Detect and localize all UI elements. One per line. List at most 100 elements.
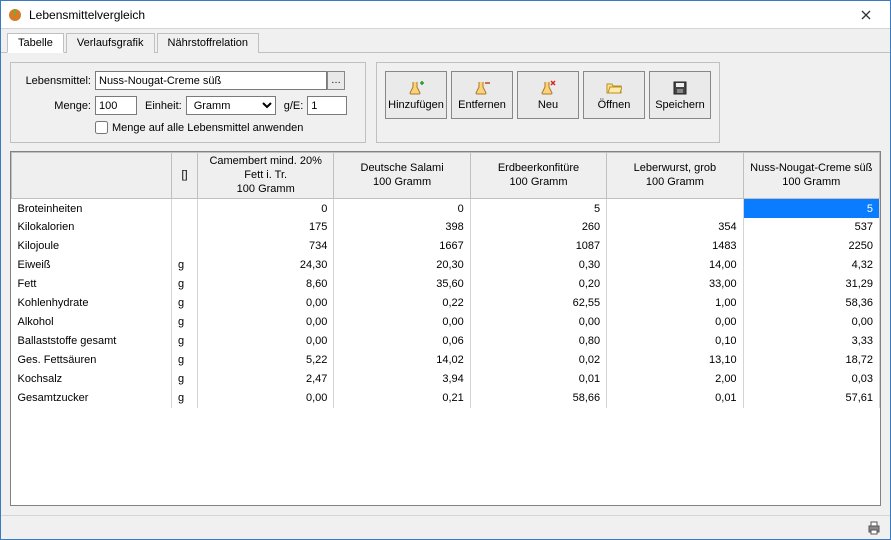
cell[interactable]: 14,00 [607,256,743,275]
cell[interactable]: 5,22 [198,351,334,370]
col-unit[interactable]: [] [172,153,198,199]
cell[interactable]: 0,10 [607,332,743,351]
tab-verlaufsgrafik[interactable]: Verlaufsgrafik [66,33,155,53]
cell[interactable]: 0,03 [743,370,879,389]
col-rowhdr[interactable] [12,153,172,199]
cell[interactable]: 0,00 [198,294,334,313]
cell[interactable]: 0,01 [470,370,606,389]
apply-all-checkbox[interactable] [95,121,108,134]
row-name: Gesamtzucker [12,389,172,408]
row-unit: g [172,332,198,351]
cell[interactable]: 0,21 [334,389,470,408]
row-name: Fett [12,275,172,294]
cell[interactable]: 62,55 [470,294,606,313]
nutrition-table-wrap[interactable]: [] Camembert mind. 20% Fett i. Tr.100 Gr… [10,151,881,506]
table-row[interactable]: Broteinheiten0055 [12,199,880,218]
col-4[interactable]: Nuss-Nougat-Creme süß100 Gramm [743,153,879,199]
col-3[interactable]: Leberwurst, grob100 Gramm [607,153,743,199]
col-0[interactable]: Camembert mind. 20% Fett i. Tr.100 Gramm [198,153,334,199]
cell[interactable]: 0,00 [607,313,743,332]
cell[interactable]: 537 [743,218,879,237]
table-row[interactable]: Kilojoule7341667108714832250 [12,237,880,256]
cell[interactable]: 260 [470,218,606,237]
cell[interactable]: 0,22 [334,294,470,313]
cell[interactable] [607,199,743,218]
cell[interactable]: 57,61 [743,389,879,408]
cell[interactable]: 0,01 [607,389,743,408]
cell[interactable]: 0,30 [470,256,606,275]
cell[interactable]: 734 [198,237,334,256]
row-unit: g [172,294,198,313]
cell[interactable]: 2250 [743,237,879,256]
cell[interactable]: 5 [743,199,879,218]
cell[interactable]: 0 [198,199,334,218]
table-row[interactable]: Ballaststoffe gesamtg0,000,060,800,103,3… [12,332,880,351]
tab-naehrstoffrelation[interactable]: Nährstoffrelation [157,33,260,53]
floppy-icon [672,79,688,97]
cell[interactable]: 0,20 [470,275,606,294]
close-button[interactable] [846,4,886,26]
add-button[interactable]: Hinzufügen [385,71,447,119]
cell[interactable]: 0 [334,199,470,218]
tab-tabelle[interactable]: Tabelle [7,33,64,53]
food-browse-button[interactable]: … [327,71,345,90]
ge-input[interactable] [307,96,347,115]
cell[interactable]: 398 [334,218,470,237]
table-row[interactable]: Fettg8,6035,600,2033,0031,29 [12,275,880,294]
cell[interactable]: 0,00 [334,313,470,332]
table-row[interactable]: Ges. Fettsäureng5,2214,020,0213,1018,72 [12,351,880,370]
open-button[interactable]: Öffnen [583,71,645,119]
cell[interactable]: 20,30 [334,256,470,275]
new-button[interactable]: Neu [517,71,579,119]
print-button[interactable] [866,520,882,536]
cell[interactable]: 33,00 [607,275,743,294]
cell[interactable]: 0,00 [198,332,334,351]
cell[interactable]: 4,32 [743,256,879,275]
table-row[interactable]: Eiweißg24,3020,300,3014,004,32 [12,256,880,275]
table-row[interactable]: Kilokalorien175398260354537 [12,218,880,237]
cell[interactable]: 0,00 [198,313,334,332]
food-input[interactable] [95,71,327,90]
cell[interactable]: 0,00 [470,313,606,332]
cell[interactable]: 1087 [470,237,606,256]
col-1[interactable]: Deutsche Salami100 Gramm [334,153,470,199]
cell[interactable]: 354 [607,218,743,237]
cell[interactable]: 31,29 [743,275,879,294]
cell[interactable]: 175 [198,218,334,237]
cell[interactable]: 8,60 [198,275,334,294]
amount-input[interactable] [95,96,137,115]
cell[interactable]: 58,66 [470,389,606,408]
save-label: Speichern [655,99,705,111]
cell[interactable]: 0,06 [334,332,470,351]
cell[interactable]: 58,36 [743,294,879,313]
cell[interactable]: 0,00 [743,313,879,332]
cell[interactable]: 14,02 [334,351,470,370]
cell[interactable]: 1,00 [607,294,743,313]
cell[interactable]: 35,60 [334,275,470,294]
toolbar-panel: Hinzufügen Entfernen Neu Öffnen [376,62,720,143]
cell[interactable]: 3,94 [334,370,470,389]
cell[interactable]: 24,30 [198,256,334,275]
remove-button[interactable]: Entfernen [451,71,513,119]
cell[interactable]: 2,00 [607,370,743,389]
table-row[interactable]: Kochsalzg2,473,940,012,000,03 [12,370,880,389]
cell[interactable]: 3,33 [743,332,879,351]
cell[interactable]: 0,80 [470,332,606,351]
cell[interactable]: 0,02 [470,351,606,370]
table-row[interactable]: Kohlenhydrateg0,000,2262,551,0058,36 [12,294,880,313]
cell[interactable]: 18,72 [743,351,879,370]
table-row[interactable]: Gesamtzuckerg0,000,2158,660,0157,61 [12,389,880,408]
row-unit [172,218,198,237]
cell[interactable]: 0,00 [198,389,334,408]
cell[interactable]: 5 [470,199,606,218]
cell[interactable]: 1667 [334,237,470,256]
unit-select[interactable]: Gramm [186,96,276,115]
col-2[interactable]: Erdbeerkonfitüre100 Gramm [470,153,606,199]
save-button[interactable]: Speichern [649,71,711,119]
flask-minus-icon [474,79,490,97]
cell[interactable]: 2,47 [198,370,334,389]
cell[interactable]: 1483 [607,237,743,256]
cell[interactable]: 13,10 [607,351,743,370]
row-unit: g [172,351,198,370]
table-row[interactable]: Alkoholg0,000,000,000,000,00 [12,313,880,332]
